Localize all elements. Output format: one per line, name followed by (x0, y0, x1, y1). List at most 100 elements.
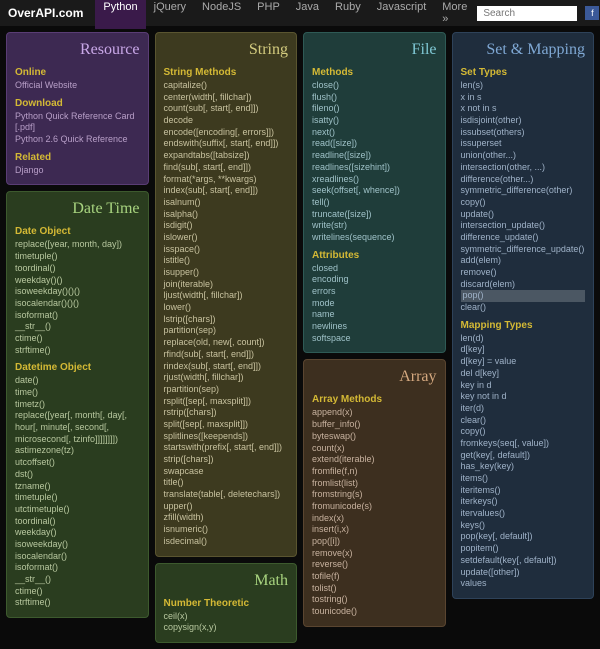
api-link[interactable]: ljust(width[, fillchar]) (164, 290, 289, 302)
api-link[interactable]: pop([i]) (312, 536, 437, 548)
api-link[interactable]: buffer_info() (312, 419, 437, 431)
api-link[interactable]: symmetric_difference(other) (461, 185, 586, 197)
api-link[interactable]: swapcase (164, 466, 289, 478)
api-link[interactable]: clear() (461, 415, 586, 427)
api-link[interactable]: join(iterable) (164, 279, 289, 291)
api-link[interactable]: newlines (312, 321, 437, 333)
api-link[interactable]: lower() (164, 302, 289, 314)
api-link[interactable]: fromlist(list) (312, 478, 437, 490)
api-link[interactable]: d[key] (461, 344, 586, 356)
api-link[interactable]: read([size]) (312, 138, 437, 150)
api-link[interactable]: split([sep[, maxsplit]]) (164, 419, 289, 431)
api-link[interactable]: istitle() (164, 255, 289, 267)
api-link[interactable]: get(key[, default]) (461, 450, 586, 462)
api-link[interactable]: strftime() (15, 597, 140, 609)
api-link[interactable]: partition(sep) (164, 325, 289, 337)
api-link[interactable]: format(*args, **kwargs) (164, 174, 289, 186)
api-link[interactable]: fromstring(s) (312, 489, 437, 501)
api-link[interactable]: Official Website (15, 80, 140, 92)
api-link[interactable]: timetuple() (15, 251, 140, 263)
nav-item-php[interactable]: PHP (249, 0, 288, 29)
api-link[interactable]: difference_update() (461, 232, 586, 244)
api-link[interactable]: replace(old, new[, count]) (164, 337, 289, 349)
api-link[interactable]: isatty() (312, 115, 437, 127)
api-link[interactable]: ctime() (15, 333, 140, 345)
api-link[interactable]: isalnum() (164, 197, 289, 209)
facebook-icon[interactable]: f (585, 6, 599, 20)
api-link[interactable]: truncate([size]) (312, 209, 437, 221)
api-link[interactable]: count(x) (312, 443, 437, 455)
api-link[interactable]: copy() (461, 426, 586, 438)
api-link[interactable]: setdefault(key[, default]) (461, 555, 586, 567)
api-link[interactable]: index(x) (312, 513, 437, 525)
api-link[interactable]: rstrip([chars]) (164, 407, 289, 419)
api-link[interactable]: issuperset (461, 138, 586, 150)
api-link[interactable]: discard(elem) (461, 279, 586, 291)
api-link[interactable]: expandtabs([tabsize]) (164, 150, 289, 162)
api-link[interactable]: isdisjoint(other) (461, 115, 586, 127)
api-link[interactable]: d[key] = value (461, 356, 586, 368)
api-link[interactable]: x in s (461, 92, 586, 104)
api-link[interactable]: isocalendar() (15, 551, 140, 563)
api-link[interactable]: isdecimal() (164, 536, 289, 548)
api-link[interactable]: replace([year[, month[, day[, hour[, min… (15, 410, 140, 445)
api-link[interactable]: insert(i,x) (312, 524, 437, 536)
api-link[interactable]: itervalues() (461, 508, 586, 520)
api-link[interactable]: rsplit([sep[, maxsplit]]) (164, 396, 289, 408)
api-link[interactable]: closed (312, 263, 437, 275)
api-link[interactable]: key in d (461, 380, 586, 392)
api-link[interactable]: union(other...) (461, 150, 586, 162)
logo[interactable]: OverAPI.com (8, 6, 83, 20)
api-link[interactable]: isalpha() (164, 209, 289, 221)
api-link[interactable]: replace([year, month, day]) (15, 239, 140, 251)
api-link[interactable]: __str__() (15, 574, 140, 586)
api-link[interactable]: intersection_update() (461, 220, 586, 232)
nav-item-python[interactable]: Python (95, 0, 145, 29)
api-link[interactable]: isoweekday()()() (15, 286, 140, 298)
api-link[interactable]: isnumeric() (164, 524, 289, 536)
api-link[interactable]: reverse() (312, 559, 437, 571)
api-link[interactable]: tounicode() (312, 606, 437, 618)
api-link[interactable]: intersection(other, ...) (461, 162, 586, 174)
nav-item-ruby[interactable]: Ruby (327, 0, 369, 29)
api-link[interactable]: isoweekday() (15, 539, 140, 551)
api-link[interactable]: issubset(others) (461, 127, 586, 139)
api-link[interactable]: flush() (312, 92, 437, 104)
api-link[interactable]: decode (164, 115, 289, 127)
api-link[interactable]: isdigit() (164, 220, 289, 232)
api-link[interactable]: difference(other...) (461, 174, 586, 186)
api-link[interactable]: astimezone(tz) (15, 445, 140, 457)
api-link[interactable]: tzname() (15, 481, 140, 493)
api-link[interactable]: popitem() (461, 543, 586, 555)
api-link[interactable]: Python 2.6 Quick Reference (15, 134, 140, 146)
api-link[interactable]: keys() (461, 520, 586, 532)
api-link[interactable]: xreadlines() (312, 174, 437, 186)
api-link[interactable]: write(str) (312, 220, 437, 232)
api-link[interactable]: readline([size]) (312, 150, 437, 162)
api-link[interactable]: index(sub[, start[, end]]) (164, 185, 289, 197)
api-link[interactable]: splitlines([keepends]) (164, 431, 289, 443)
api-link[interactable]: toordinal() (15, 516, 140, 528)
api-link[interactable]: values (461, 578, 586, 590)
api-link[interactable]: close() (312, 80, 437, 92)
nav-item-javascript[interactable]: Javascript (369, 0, 435, 29)
api-link[interactable]: fileno() (312, 103, 437, 115)
api-link[interactable]: next() (312, 127, 437, 139)
api-link[interactable]: writelines(sequence) (312, 232, 437, 244)
api-link[interactable]: name (312, 309, 437, 321)
api-link[interactable]: add(elem) (461, 255, 586, 267)
api-link[interactable]: remove() (461, 267, 586, 279)
api-link[interactable]: iterkeys() (461, 496, 586, 508)
api-link[interactable]: tell() (312, 197, 437, 209)
api-link[interactable]: remove(x) (312, 548, 437, 560)
api-link[interactable]: symmetric_difference_update() (461, 244, 586, 256)
api-link[interactable]: byteswap() (312, 431, 437, 443)
search-input[interactable] (477, 6, 577, 21)
api-link[interactable]: clear() (461, 302, 586, 314)
api-link[interactable]: toordinal() (15, 263, 140, 275)
api-link[interactable]: pop() (461, 290, 586, 302)
api-link[interactable]: encoding (312, 274, 437, 286)
api-link[interactable]: fromfile(f,n) (312, 466, 437, 478)
api-link[interactable]: rfind(sub[, start[, end]]) (164, 349, 289, 361)
api-link[interactable]: weekday()() (15, 275, 140, 287)
